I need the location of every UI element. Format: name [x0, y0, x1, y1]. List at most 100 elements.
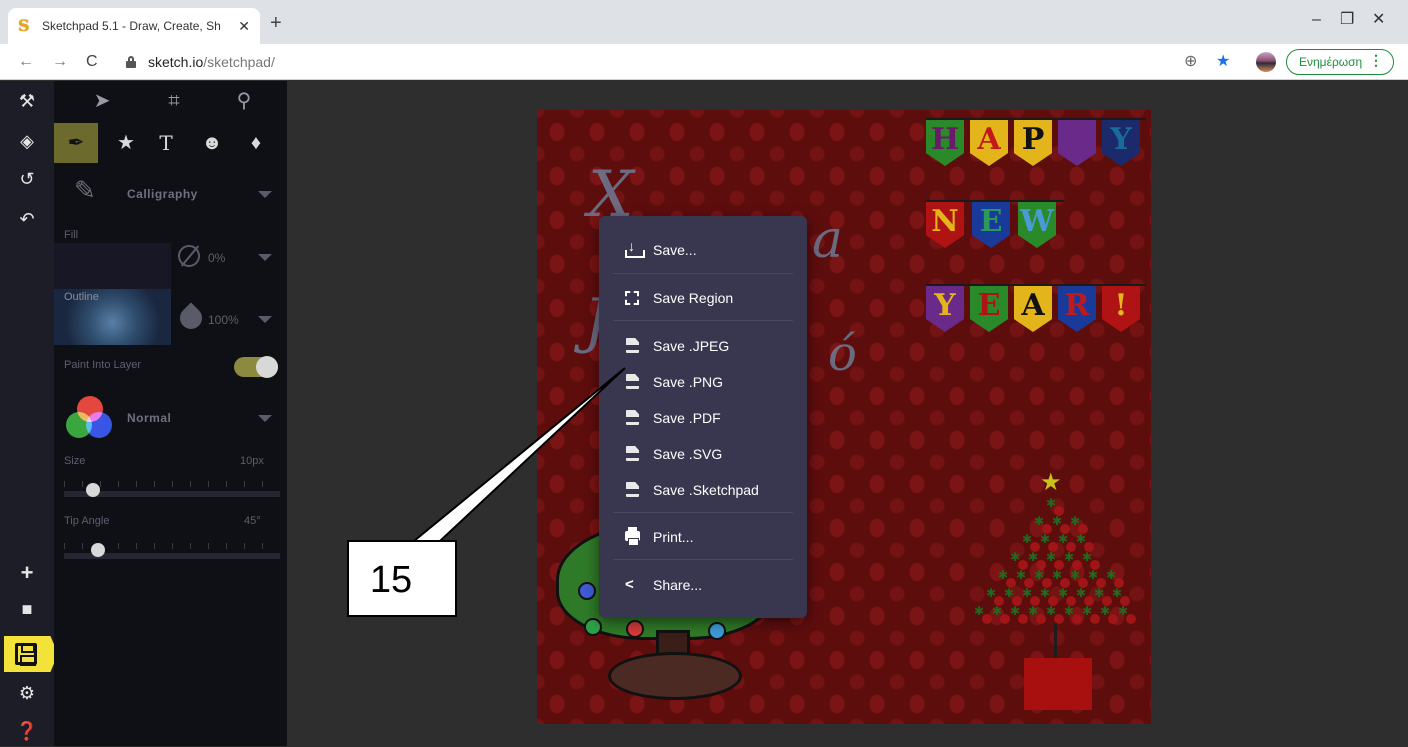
- tab-close-icon[interactable]: ✕: [238, 18, 250, 34]
- fill-bucket-tool-icon[interactable]: ♦: [234, 123, 278, 163]
- browser-menu-icon[interactable]: ⋮: [1369, 52, 1383, 69]
- outline-label: Outline: [64, 291, 99, 303]
- undo-icon[interactable]: ↶: [0, 203, 54, 235]
- tree-star-icon: ★: [1040, 469, 1062, 496]
- menu-item-save[interactable]: Save...: [625, 238, 697, 262]
- menu-item-print[interactable]: Print...: [625, 525, 693, 549]
- blend-mode-chevron-icon[interactable]: [258, 415, 272, 422]
- select-tool-icon[interactable]: ➤: [80, 81, 124, 121]
- bunting-string: [926, 284, 1146, 286]
- bunting-string: [926, 200, 1064, 202]
- save-menu: Save... Save Region Save .JPEG Save .PNG…: [599, 216, 807, 618]
- printer-icon: [625, 527, 640, 546]
- outline-dropdown-chevron-icon[interactable]: [258, 316, 272, 323]
- paint-into-layer-label: Paint Into Layer: [64, 359, 142, 371]
- tree-trunk: [1054, 623, 1057, 663]
- text-tool-icon[interactable]: T: [144, 123, 188, 163]
- layers-icon[interactable]: ◈: [0, 125, 54, 157]
- new-document-icon[interactable]: +: [0, 557, 54, 589]
- install-app-icon[interactable]: ⊕: [1184, 52, 1197, 72]
- menu-divider: [613, 512, 793, 513]
- menu-item-save-sketchpad[interactable]: Save .Sketchpad: [625, 478, 759, 502]
- fill-color-swatch[interactable]: [54, 243, 171, 289]
- menu-item-save-pdf[interactable]: Save .PDF: [625, 406, 721, 430]
- file-pdf-icon: [626, 410, 639, 425]
- menu-item-label: Save .SVG: [653, 446, 723, 462]
- tree-ornament: [1018, 614, 1028, 624]
- url-host: sketch.io: [148, 54, 204, 70]
- tree-ornament: [1126, 614, 1136, 624]
- menu-item-save-svg[interactable]: Save .SVG: [625, 442, 722, 466]
- menu-item-label: Save .PNG: [653, 374, 724, 390]
- ornament: [626, 620, 644, 638]
- brush-type-select[interactable]: Calligraphy: [127, 187, 198, 201]
- restore-icon[interactable]: ❐: [1340, 10, 1354, 30]
- tool-panel: ➤ ⌗ ⚲ ✒ ★ T ☻ ♦ ✎ Calligraphy Fill 0% Ou…: [54, 81, 287, 746]
- tip-angle-value: 45°: [244, 515, 261, 527]
- no-fill-icon: [178, 245, 200, 267]
- url-field[interactable]: sketch.io/sketchpad/: [148, 54, 275, 70]
- reload-icon[interactable]: C: [86, 52, 98, 72]
- outline-opacity-value[interactable]: 100%: [208, 313, 239, 327]
- crop-tool-icon[interactable]: ⌗: [152, 81, 196, 121]
- tree-stand-base: [608, 652, 742, 700]
- tree-ornament: [1072, 614, 1082, 624]
- paint-into-layer-toggle[interactable]: [234, 356, 278, 378]
- bunting-string: [926, 118, 1146, 120]
- file-sketchpad-icon: [626, 482, 639, 497]
- menu-item-save-png[interactable]: Save .PNG: [625, 370, 723, 394]
- back-icon[interactable]: ←: [18, 52, 34, 72]
- bookmark-star-icon[interactable]: ★: [1216, 52, 1230, 72]
- browser-tab[interactable]: S Sketchpad 5.1 - Draw, Create, Sh ✕: [8, 8, 260, 44]
- menu-item-share[interactable]: < Share...: [625, 573, 702, 597]
- emoji-tool-icon[interactable]: ☻: [190, 123, 234, 163]
- browser-tab-bar: S Sketchpad 5.1 - Draw, Create, Sh ✕ + –…: [0, 0, 1408, 44]
- brush-dropdown-chevron-icon[interactable]: [258, 191, 272, 198]
- help-icon[interactable]: ❓: [0, 715, 54, 747]
- menu-item-label: Print...: [653, 529, 694, 545]
- menu-divider: [613, 320, 793, 321]
- minimize-icon[interactable]: –: [1312, 10, 1321, 30]
- share-icon: <: [625, 576, 634, 593]
- new-tab-button[interactable]: +: [270, 13, 282, 33]
- tip-angle-slider-knob[interactable]: [91, 543, 105, 557]
- menu-item-save-region[interactable]: Save Region: [625, 286, 733, 310]
- fill-opacity-value[interactable]: 0%: [208, 251, 225, 265]
- hand-drawn-stroke-4: ó: [828, 326, 857, 382]
- tree-pot: [1024, 658, 1092, 710]
- save-button[interactable]: [4, 636, 58, 672]
- zoom-tool-icon[interactable]: ⚲: [222, 81, 266, 121]
- file-jpg-icon: [626, 338, 639, 353]
- ornament: [708, 622, 726, 640]
- brush-tool-icon[interactable]: ✒: [54, 123, 98, 163]
- sketchpad-favicon-icon: S: [18, 16, 30, 35]
- history-icon[interactable]: ↺: [0, 163, 54, 195]
- menu-item-label: Save Region: [653, 290, 734, 306]
- fill-dropdown-chevron-icon[interactable]: [258, 254, 272, 261]
- menu-divider: [613, 273, 793, 274]
- size-slider-knob[interactable]: [85, 483, 100, 497]
- open-folder-icon[interactable]: ■: [0, 593, 54, 625]
- floppy-disk-icon: [15, 643, 37, 666]
- hand-drawn-stroke-3: a: [812, 210, 844, 270]
- tools-icon[interactable]: ⚒: [0, 85, 54, 117]
- menu-item-label: Save .PDF: [653, 410, 721, 426]
- profile-avatar[interactable]: [1256, 52, 1276, 72]
- menu-item-label: Save .Sketchpad: [653, 482, 759, 498]
- blend-mode-select[interactable]: Normal: [127, 411, 171, 425]
- annotation-callout-box: 15: [347, 540, 457, 617]
- update-button[interactable]: Ενημέρωση ⋮: [1286, 49, 1394, 75]
- ornament: [578, 582, 596, 600]
- tree-ornament: [1036, 614, 1046, 624]
- stamp-star-tool-icon[interactable]: ★: [104, 123, 148, 163]
- file-svg-icon: [626, 446, 639, 461]
- close-window-icon[interactable]: ✕: [1372, 10, 1385, 30]
- outline-opacity-drop-icon: [175, 302, 207, 334]
- url-path: /sketchpad/: [203, 54, 275, 70]
- forward-icon[interactable]: →: [52, 52, 68, 72]
- menu-item-save-jpeg[interactable]: Save .JPEG: [625, 334, 729, 358]
- lock-icon: [126, 56, 136, 68]
- menu-item-label: Share...: [653, 577, 703, 593]
- settings-gears-icon[interactable]: ⚙: [0, 677, 54, 709]
- download-icon: [625, 238, 645, 258]
